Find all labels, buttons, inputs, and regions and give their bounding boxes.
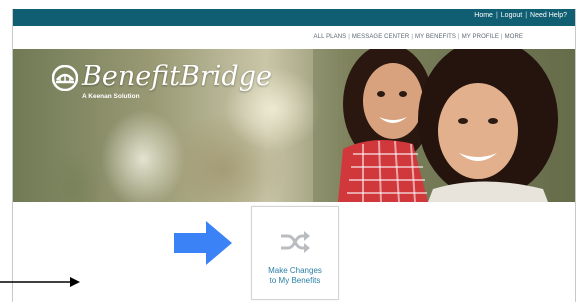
nav-my-profile[interactable]: MY PROFILE (462, 34, 499, 40)
tile-label: Make Changes to My Benefits (252, 266, 338, 286)
tile-label-line2: to My Benefits (269, 276, 321, 285)
pointer-arrow-icon (0, 277, 80, 287)
need-help-link[interactable]: Need Help? (530, 12, 567, 19)
nav-more[interactable]: MORE (505, 34, 523, 40)
bridge-logo-icon (52, 65, 78, 91)
shuffle-icon (281, 231, 310, 253)
brand-logo[interactable]: BenefitBridge A Keenan Solution (52, 61, 282, 111)
make-changes-tile[interactable]: Make Changes to My Benefits (251, 206, 339, 300)
brand-name: BenefitBridge (82, 61, 272, 92)
hero-banner: BenefitBridge A Keenan Solution (13, 49, 575, 202)
separator: | (495, 12, 498, 19)
separator: | (525, 12, 528, 19)
secondary-nav: ALL PLANS | MESSAGE CENTER | MY BENEFITS | MY … (314, 34, 523, 40)
logout-link[interactable]: Logout (501, 12, 522, 19)
top-bar: Home | Logout | Need Help? (13, 9, 575, 26)
nav-my-benefits[interactable]: MY BENEFITS (415, 34, 456, 40)
top-links: Home | Logout | Need Help? (474, 12, 567, 19)
right-arrow-icon (174, 221, 232, 265)
home-link[interactable]: Home (474, 12, 493, 19)
tile-label-line1: Make Changes (268, 266, 322, 275)
page-frame: Home | Logout | Need Help? ALL PLANS | MESSAGE… (12, 9, 576, 302)
nav-message-center[interactable]: MESSAGE CENTER (352, 34, 409, 40)
family-photo (313, 49, 575, 202)
brand-tagline: A Keenan Solution (82, 93, 140, 100)
nav-all-plans[interactable]: ALL PLANS (314, 34, 347, 40)
